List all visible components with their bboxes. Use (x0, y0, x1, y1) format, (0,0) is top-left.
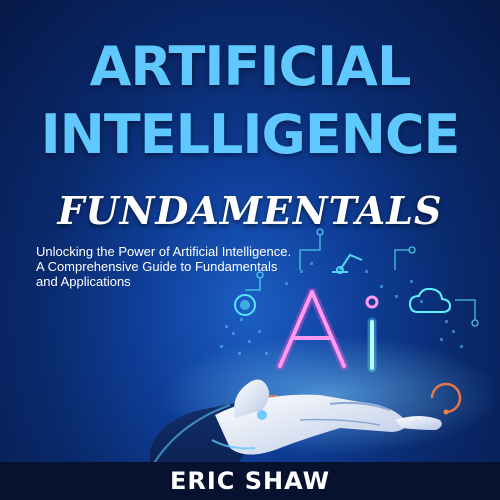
book-cover: ARTIFICIAL INTELLIGENCE FUNDAMENTALS Unl… (0, 0, 500, 500)
tagline: Unlocking the Power of Artificial Intell… (36, 244, 296, 289)
author-name: ERIC SHAW (169, 467, 331, 495)
tagline-line-3: and Applications (36, 274, 131, 289)
robot-arm-icon (332, 253, 363, 274)
cloud-icon (408, 287, 452, 313)
title-line-2: INTELLIGENCE (40, 103, 461, 166)
tagline-line-1: Unlocking the Power of Artificial Intell… (36, 244, 292, 259)
subtitle: FUNDAMENTALS (57, 188, 443, 233)
tagline-line-2: A Comprehensive Guide to Fundamentals (36, 259, 278, 274)
title-line-1: ARTIFICIAL (89, 35, 412, 98)
